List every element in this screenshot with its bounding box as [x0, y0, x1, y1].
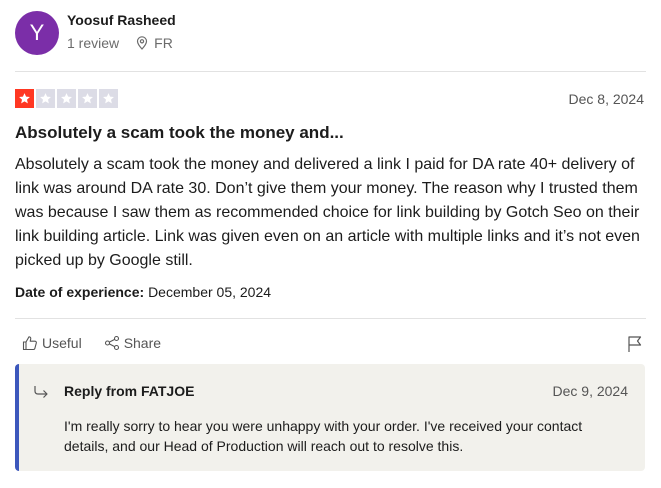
reviewer-name[interactable]: Yoosuf Rasheed: [67, 12, 176, 28]
useful-button[interactable]: Useful: [22, 335, 82, 351]
reviewer-avatar[interactable]: Y: [15, 11, 59, 55]
star-empty-icon: [78, 89, 97, 108]
reply-arrow-icon: [33, 383, 51, 404]
company-reply: Reply from FATJOE Dec 9, 2024 I'm really…: [15, 364, 645, 471]
review-body: Absolutely a scam took the money and del…: [15, 156, 640, 269]
reply-text: I'm really sorry to hear you were unhapp…: [64, 418, 583, 454]
reviewer-country: FR: [154, 35, 173, 51]
reply-date: Dec 9, 2024: [552, 383, 629, 399]
star-empty-icon: [57, 89, 76, 108]
share-button[interactable]: Share: [104, 335, 161, 351]
date-of-experience: Date of experience: December 05, 2024: [15, 284, 271, 300]
experience-label: Date of experience:: [15, 284, 145, 300]
star-empty-icon: [99, 89, 118, 108]
share-label: Share: [123, 335, 162, 351]
review-title[interactable]: Absolutely a scam took the money and...: [15, 123, 344, 143]
reply-from-label: Reply from FATJOE: [64, 383, 195, 399]
useful-label: Useful: [42, 335, 82, 351]
avatar-letter: Y: [29, 20, 45, 45]
share-icon: [104, 335, 120, 351]
header-divider: [15, 71, 646, 72]
star-rating: [15, 89, 118, 108]
review-date: Dec 8, 2024: [568, 91, 645, 107]
reviewer-meta: 1 review FR: [67, 35, 173, 51]
review-actions: Useful Share: [22, 335, 161, 351]
star-empty-icon: [36, 89, 55, 108]
experience-date: December 05, 2024: [148, 284, 272, 300]
location-pin-icon: [135, 36, 149, 50]
actions-divider: [15, 318, 646, 319]
report-flag-button[interactable]: [627, 335, 643, 358]
review-count: 1 review: [67, 35, 120, 51]
star-filled-icon: [15, 89, 34, 108]
thumbs-up-icon: [22, 335, 38, 351]
flag-icon: [627, 335, 643, 353]
